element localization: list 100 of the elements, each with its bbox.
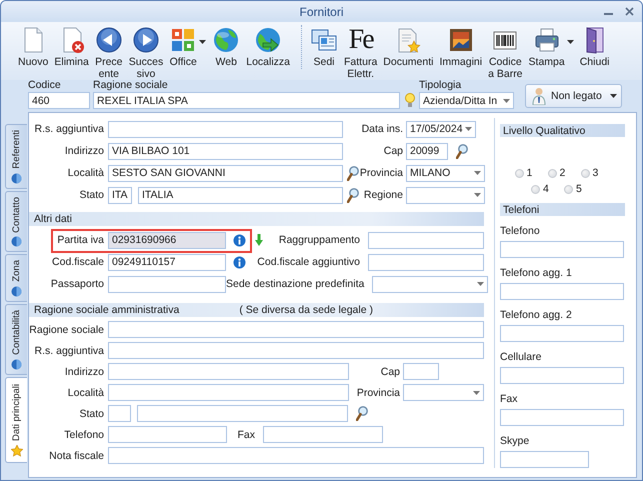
caret-icon	[465, 127, 472, 131]
text-field[interactable]: VIA BILBAO 101	[108, 142, 343, 160]
caret-icon	[477, 282, 484, 286]
text-field[interactable]: REXEL ITALIA SPA	[93, 92, 400, 109]
star-icon	[10, 445, 22, 458]
info-icon[interactable]	[233, 256, 246, 268]
text-field[interactable]	[108, 405, 131, 422]
toolbar-button[interactable]: Fe Fattura Elettr.	[341, 25, 380, 81]
caret-icon	[474, 171, 481, 175]
radio-option[interactable]: 1	[514, 167, 548, 179]
radio-option[interactable]: 5	[564, 183, 597, 195]
search-icon[interactable]	[347, 188, 359, 202]
field-label: Cap	[382, 145, 403, 157]
field-label: Tipologia	[419, 79, 462, 92]
text-field[interactable]	[403, 363, 439, 380]
toolbar-button[interactable]: Office	[166, 25, 210, 69]
field-label: Ragione sociale	[93, 79, 169, 92]
field-label: Ragione sociale	[29, 324, 104, 336]
info-icon[interactable]	[233, 234, 246, 246]
radio-option[interactable]: 3	[580, 167, 614, 179]
close-icon[interactable]	[625, 7, 634, 16]
search-icon[interactable]	[456, 144, 468, 158]
text-field[interactable]	[500, 241, 624, 258]
text-field[interactable]	[137, 405, 348, 422]
code-field[interactable]: 460	[28, 92, 90, 109]
radio-option[interactable]: 2	[548, 167, 580, 179]
field-label: Cellulare	[500, 350, 542, 364]
side-tab[interactable]: Dati principali	[5, 377, 27, 464]
field-label: Fax	[236, 428, 255, 440]
caret-icon	[473, 390, 480, 394]
field-label: Fax	[500, 392, 519, 406]
toolbar-button[interactable]: Elimina	[51, 25, 92, 69]
date-field[interactable]: 17/05/2024	[406, 120, 476, 138]
back-icon	[94, 26, 123, 54]
text-field[interactable]	[108, 120, 343, 138]
side-tab[interactable]: Contabilità	[5, 304, 27, 376]
globe-icon	[11, 172, 22, 184]
forward-icon	[132, 26, 160, 54]
text-field[interactable]	[108, 447, 484, 464]
toolbar-button[interactable]: Succes sivo	[126, 25, 166, 81]
dropdown-field[interactable]: Azienda/Ditta In	[419, 92, 514, 109]
dropdown-field[interactable]: MILANO	[406, 164, 485, 182]
text-field[interactable]	[108, 384, 349, 401]
toolbar-button[interactable]: Sedi	[301, 25, 342, 69]
lightbulb-icon[interactable]	[405, 93, 415, 108]
field-label: Località	[66, 386, 104, 398]
radio-option[interactable]: 4	[531, 183, 564, 195]
toolbar-button[interactable]: Localizza	[243, 25, 294, 69]
section-title: Altri dati	[34, 213, 72, 225]
text-field[interactable]: 20099	[406, 142, 448, 160]
text-field[interactable]	[108, 342, 484, 359]
text-field[interactable]: SESTO SAN GIOVANNI	[108, 164, 343, 182]
link-button[interactable]: Non legato	[525, 84, 622, 108]
toolbar-button[interactable]: Nuovo	[15, 25, 52, 69]
field-label: Provincia	[359, 167, 403, 179]
down-arrow-icon[interactable]	[255, 234, 263, 246]
toolbar-button[interactable]: Codice a Barre	[485, 25, 526, 81]
side-tab[interactable]: Referenti	[5, 124, 27, 189]
field-label: Cod.fiscale aggiuntivo	[256, 256, 360, 268]
field-label: Raggruppamento	[278, 234, 360, 246]
toolbar-button[interactable]: Documenti	[380, 25, 436, 69]
search-icon[interactable]	[347, 166, 359, 180]
toolbar-button[interactable]: Web	[209, 25, 244, 69]
text-field[interactable]	[368, 232, 484, 248]
text-field[interactable]: 09249110157	[108, 254, 226, 270]
text-field[interactable]	[108, 321, 484, 338]
field-label: Stato	[78, 189, 104, 201]
field-label: Indirizzo	[64, 145, 104, 157]
toolbar-button[interactable]: Chiudi	[576, 25, 612, 69]
text-field[interactable]	[108, 426, 227, 443]
printer-icon	[532, 26, 561, 54]
side-tab[interactable]: Contatto	[5, 190, 27, 252]
toolbar-button[interactable]: Immagini	[436, 25, 486, 69]
field-label: Partita iva	[56, 234, 104, 246]
dropdown-field[interactable]	[403, 384, 484, 401]
dropdown-field[interactable]	[406, 186, 485, 204]
field-label: Data ins.	[360, 123, 403, 135]
side-tab[interactable]: Zona	[5, 254, 27, 302]
text-field[interactable]	[108, 276, 226, 292]
field-label: Cap	[380, 366, 400, 378]
text-field[interactable]	[500, 283, 624, 300]
text-field[interactable]: ITA	[108, 186, 132, 204]
text-field[interactable]	[368, 254, 484, 270]
field-label: Passaporto	[50, 278, 104, 290]
text-field[interactable]: 02931690966	[108, 232, 226, 248]
caret-icon	[610, 94, 617, 98]
field-label: Telefono agg. 1	[500, 266, 573, 280]
text-field[interactable]	[500, 451, 589, 468]
toolbar-button[interactable]: Stampa	[526, 25, 577, 69]
text-field[interactable]: ITALIA	[138, 186, 343, 204]
text-field[interactable]	[108, 363, 349, 380]
globe-icon	[11, 236, 22, 248]
fe-logo: Fe	[348, 26, 373, 54]
text-field[interactable]	[500, 367, 624, 384]
text-field[interactable]	[500, 409, 624, 426]
text-field[interactable]	[500, 325, 624, 342]
text-field[interactable]	[263, 426, 383, 443]
toolbar-button[interactable]: Prece ente	[92, 25, 126, 81]
search-icon[interactable]	[356, 406, 368, 421]
dropdown-field[interactable]	[372, 276, 488, 292]
